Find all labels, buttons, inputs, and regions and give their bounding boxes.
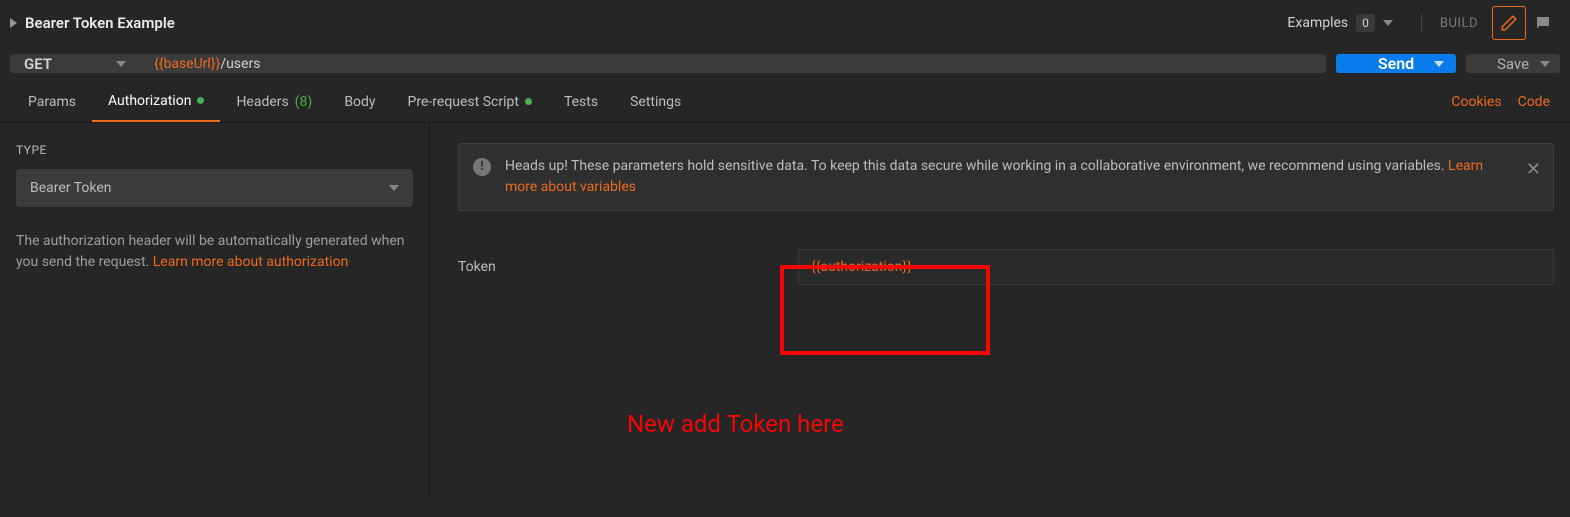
- url-input[interactable]: {{baseUrl}}/users: [140, 54, 1326, 73]
- status-dot-icon: [197, 97, 204, 104]
- url-path: /users: [220, 56, 260, 72]
- chevron-down-icon: [389, 185, 399, 191]
- chevron-down-icon: [1434, 61, 1444, 67]
- sensitive-data-alert: ! Heads up! These parameters hold sensit…: [458, 143, 1554, 211]
- tab-tests[interactable]: Tests: [548, 81, 614, 122]
- tab-authorization[interactable]: Authorization: [92, 81, 220, 122]
- token-input[interactable]: {{authorization}}: [798, 249, 1554, 285]
- token-label: Token: [458, 259, 758, 275]
- tab-prerequest[interactable]: Pre-request Script: [392, 81, 548, 122]
- auth-config-panel: ! Heads up! These parameters hold sensit…: [430, 123, 1570, 496]
- tab-headers-label: Headers: [236, 94, 288, 110]
- auth-type-panel: TYPE Bearer Token The authorization head…: [0, 123, 430, 496]
- url-variable: {{baseUrl}}: [154, 56, 220, 72]
- examples-count: 0: [1356, 14, 1375, 32]
- auth-help-text: The authorization header will be automat…: [16, 231, 413, 273]
- cookies-link[interactable]: Cookies: [1443, 94, 1509, 110]
- type-label: TYPE: [16, 143, 413, 157]
- close-icon[interactable]: ✕: [1526, 156, 1541, 183]
- method-select[interactable]: GET: [10, 54, 140, 73]
- tab-body[interactable]: Body: [328, 81, 391, 122]
- send-button[interactable]: Send: [1336, 54, 1456, 73]
- url-row: GET {{baseUrl}}/users Send Save: [0, 46, 1570, 81]
- content-area: TYPE Bearer Token The authorization head…: [0, 123, 1570, 496]
- edit-button[interactable]: [1492, 6, 1526, 40]
- tab-authorization-label: Authorization: [108, 93, 191, 109]
- examples-dropdown[interactable]: Examples 0: [1287, 14, 1392, 32]
- method-value: GET: [24, 55, 52, 73]
- token-value: {{authorization}}: [811, 259, 912, 275]
- alert-text: Heads up! These parameters hold sensitiv…: [505, 158, 1448, 174]
- auth-help-link[interactable]: Learn more about authorization: [153, 254, 349, 270]
- tab-params[interactable]: Params: [12, 81, 92, 122]
- alert-body: Heads up! These parameters hold sensitiv…: [505, 156, 1513, 198]
- chevron-down-icon: [1383, 20, 1393, 26]
- info-icon: !: [473, 158, 491, 176]
- chevron-down-icon: [116, 61, 126, 67]
- build-label: BUILD: [1421, 14, 1478, 32]
- comment-button[interactable]: [1526, 6, 1560, 40]
- code-link[interactable]: Code: [1510, 94, 1558, 110]
- auth-type-value: Bearer Token: [30, 180, 112, 196]
- collapse-toggle-icon[interactable]: [10, 18, 17, 28]
- request-tabs: Params Authorization Headers (8) Body Pr…: [0, 81, 1570, 123]
- send-label: Send: [1378, 54, 1414, 73]
- tab-headers[interactable]: Headers (8): [220, 81, 328, 122]
- token-row: Token {{authorization}}: [458, 249, 1554, 285]
- headers-count: (8): [295, 94, 313, 110]
- request-title: Bearer Token Example: [25, 14, 1287, 32]
- auth-type-select[interactable]: Bearer Token: [16, 169, 413, 207]
- annotation-text: New add Token here: [627, 410, 844, 438]
- save-button[interactable]: Save: [1466, 54, 1560, 73]
- tab-prerequest-label: Pre-request Script: [408, 94, 519, 110]
- tab-settings[interactable]: Settings: [614, 81, 697, 122]
- save-label: Save: [1497, 55, 1529, 73]
- request-header: Bearer Token Example Examples 0 BUILD: [0, 0, 1570, 46]
- token-input-wrap: {{authorization}}: [798, 249, 1554, 285]
- examples-label: Examples: [1287, 15, 1348, 31]
- chevron-down-icon: [1540, 61, 1550, 67]
- status-dot-icon: [525, 98, 532, 105]
